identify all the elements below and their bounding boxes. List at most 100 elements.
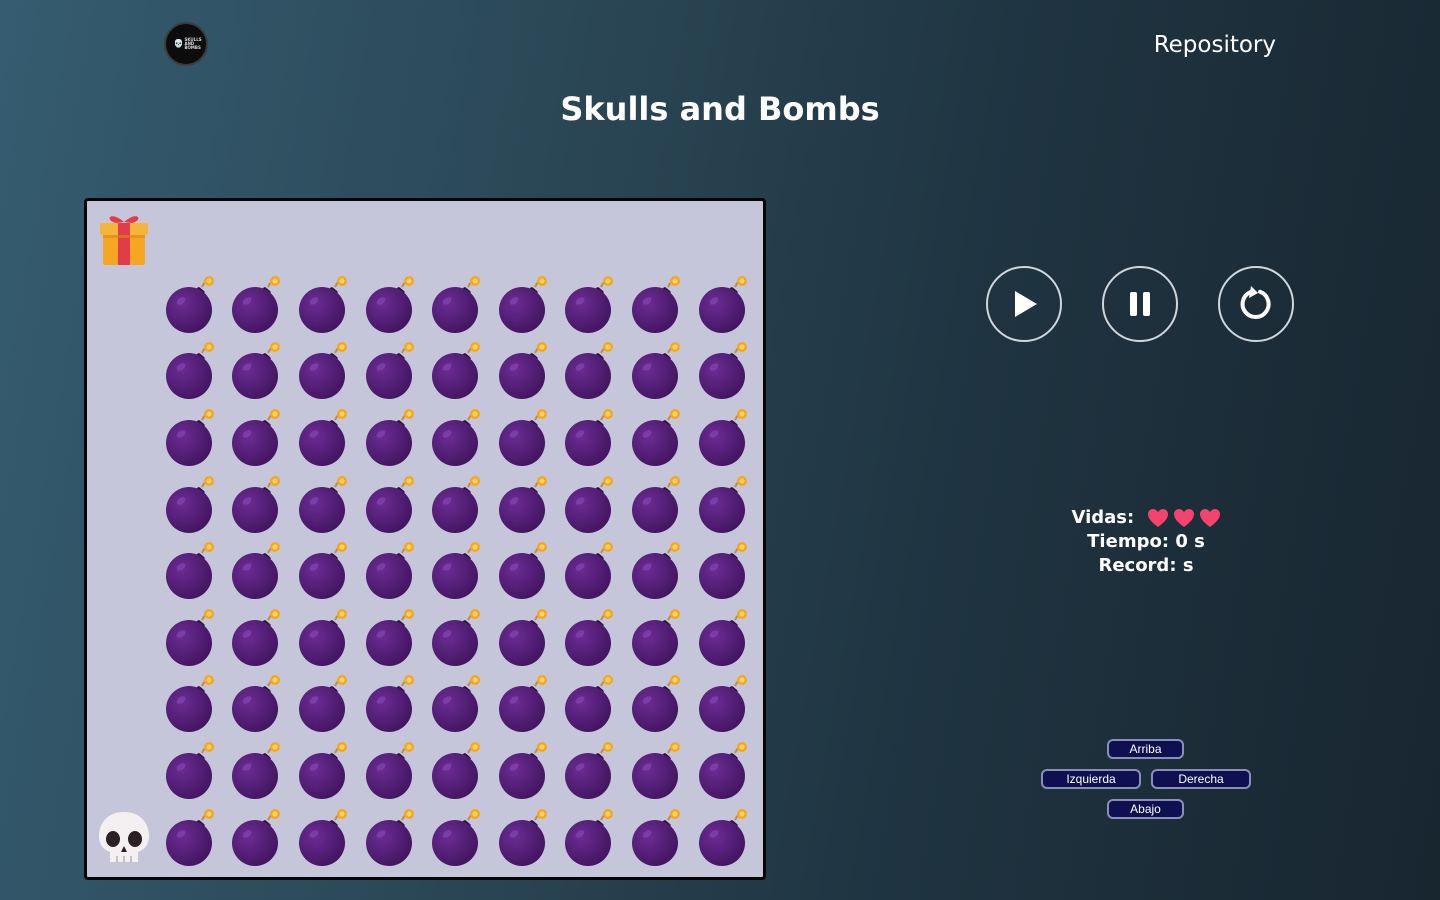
board-cell-bomb [557,671,624,738]
board-cell-bomb [158,671,225,738]
move-down-button[interactable]: Abajo [1107,799,1184,819]
site-logo[interactable]: 💀 SKULLS AND BOMBS [164,22,208,66]
pause-icon [1130,292,1150,316]
board-cell-bomb [690,272,757,339]
board-cell-bomb [690,405,757,472]
bomb-icon [561,608,619,668]
board-cell-empty [91,338,158,405]
bomb-icon [561,275,619,335]
bomb-icon [428,408,486,468]
bomb-icon [428,741,486,801]
board-cell-bomb [624,538,691,605]
bomb-icon [428,608,486,668]
repository-link[interactable]: Repository [1154,32,1276,58]
bomb-icon [495,408,553,468]
bomb-icon [162,408,220,468]
board-cell-bomb [158,804,225,871]
bomb-icon [295,475,353,535]
board-cell-bomb [424,804,491,871]
board-cell-bomb [424,738,491,805]
time-value: 0 [1175,531,1188,552]
bomb-icon [495,674,553,734]
restart-button[interactable] [1218,266,1294,342]
bomb-icon [428,341,486,401]
board-cell-bomb [690,338,757,405]
bomb-icon [495,275,553,335]
board-cell-skull-player [91,804,158,871]
bomb-icon [561,408,619,468]
bomb-icon [495,808,553,868]
board-cell-bomb [357,538,424,605]
board-cell-bomb [624,338,691,405]
board-cell-bomb [291,338,358,405]
record-line: Record: s [1006,554,1286,578]
record-unit: s [1182,555,1194,576]
bomb-icon [362,674,420,734]
board-cell-bomb [291,405,358,472]
bomb-icon [295,541,353,601]
play-icon [1015,291,1037,317]
board-cell-bomb [291,738,358,805]
move-up-button[interactable]: Arriba [1107,739,1184,759]
board-cell-empty [91,605,158,672]
board-cell-bomb [357,671,424,738]
board-cell-empty [91,738,158,805]
bomb-icon [295,741,353,801]
board-cell-empty [491,205,558,272]
board-cell-bomb [357,338,424,405]
bomb-icon [362,541,420,601]
board-cell-bomb [557,538,624,605]
bomb-icon [495,341,553,401]
game-controls [986,266,1294,342]
bomb-icon [295,674,353,734]
bomb-icon [295,408,353,468]
board-cell-bomb [624,272,691,339]
board-cell-bomb [424,605,491,672]
board-cell-bomb [158,338,225,405]
bomb-icon [561,674,619,734]
bomb-icon [162,808,220,868]
board-cell-bomb [557,471,624,538]
bomb-icon [695,541,753,601]
bomb-icon [495,475,553,535]
bomb-icon [162,541,220,601]
bomb-icon [695,408,753,468]
board-cell-empty [91,538,158,605]
board-cell-empty [557,205,624,272]
board-cell-empty [91,671,158,738]
board-cell-bomb [491,804,558,871]
board-cell-bomb [224,671,291,738]
bomb-icon [162,674,220,734]
bomb-icon [495,541,553,601]
board-cell-bomb [690,471,757,538]
board-cell-bomb [491,671,558,738]
time-unit: s [1194,531,1205,552]
move-right-button[interactable]: Derecha [1151,769,1251,789]
bomb-icon [162,741,220,801]
pause-button[interactable] [1102,266,1178,342]
board-cell-bomb [158,471,225,538]
bomb-icon [695,741,753,801]
bomb-icon [428,808,486,868]
board-cell-bomb [224,405,291,472]
lives-hearts [1147,508,1221,528]
board-cell-bomb [357,272,424,339]
bomb-icon [228,475,286,535]
board-cell-bomb [291,605,358,672]
board-cell-gift [91,205,158,272]
start-button[interactable] [986,266,1062,342]
board-cell-empty [690,205,757,272]
board-cell-bomb [624,471,691,538]
logo-text: SKULLS AND BOMBS [184,37,202,50]
bomb-icon [628,541,686,601]
board-cell-bomb [557,405,624,472]
bomb-icon [362,341,420,401]
bomb-icon [362,408,420,468]
board-cell-bomb [224,471,291,538]
board-cell-bomb [291,272,358,339]
bomb-icon [628,674,686,734]
board-cell-bomb [491,738,558,805]
move-left-button[interactable]: Izquierda [1041,769,1141,789]
bomb-icon [428,475,486,535]
board-cell-bomb [224,538,291,605]
